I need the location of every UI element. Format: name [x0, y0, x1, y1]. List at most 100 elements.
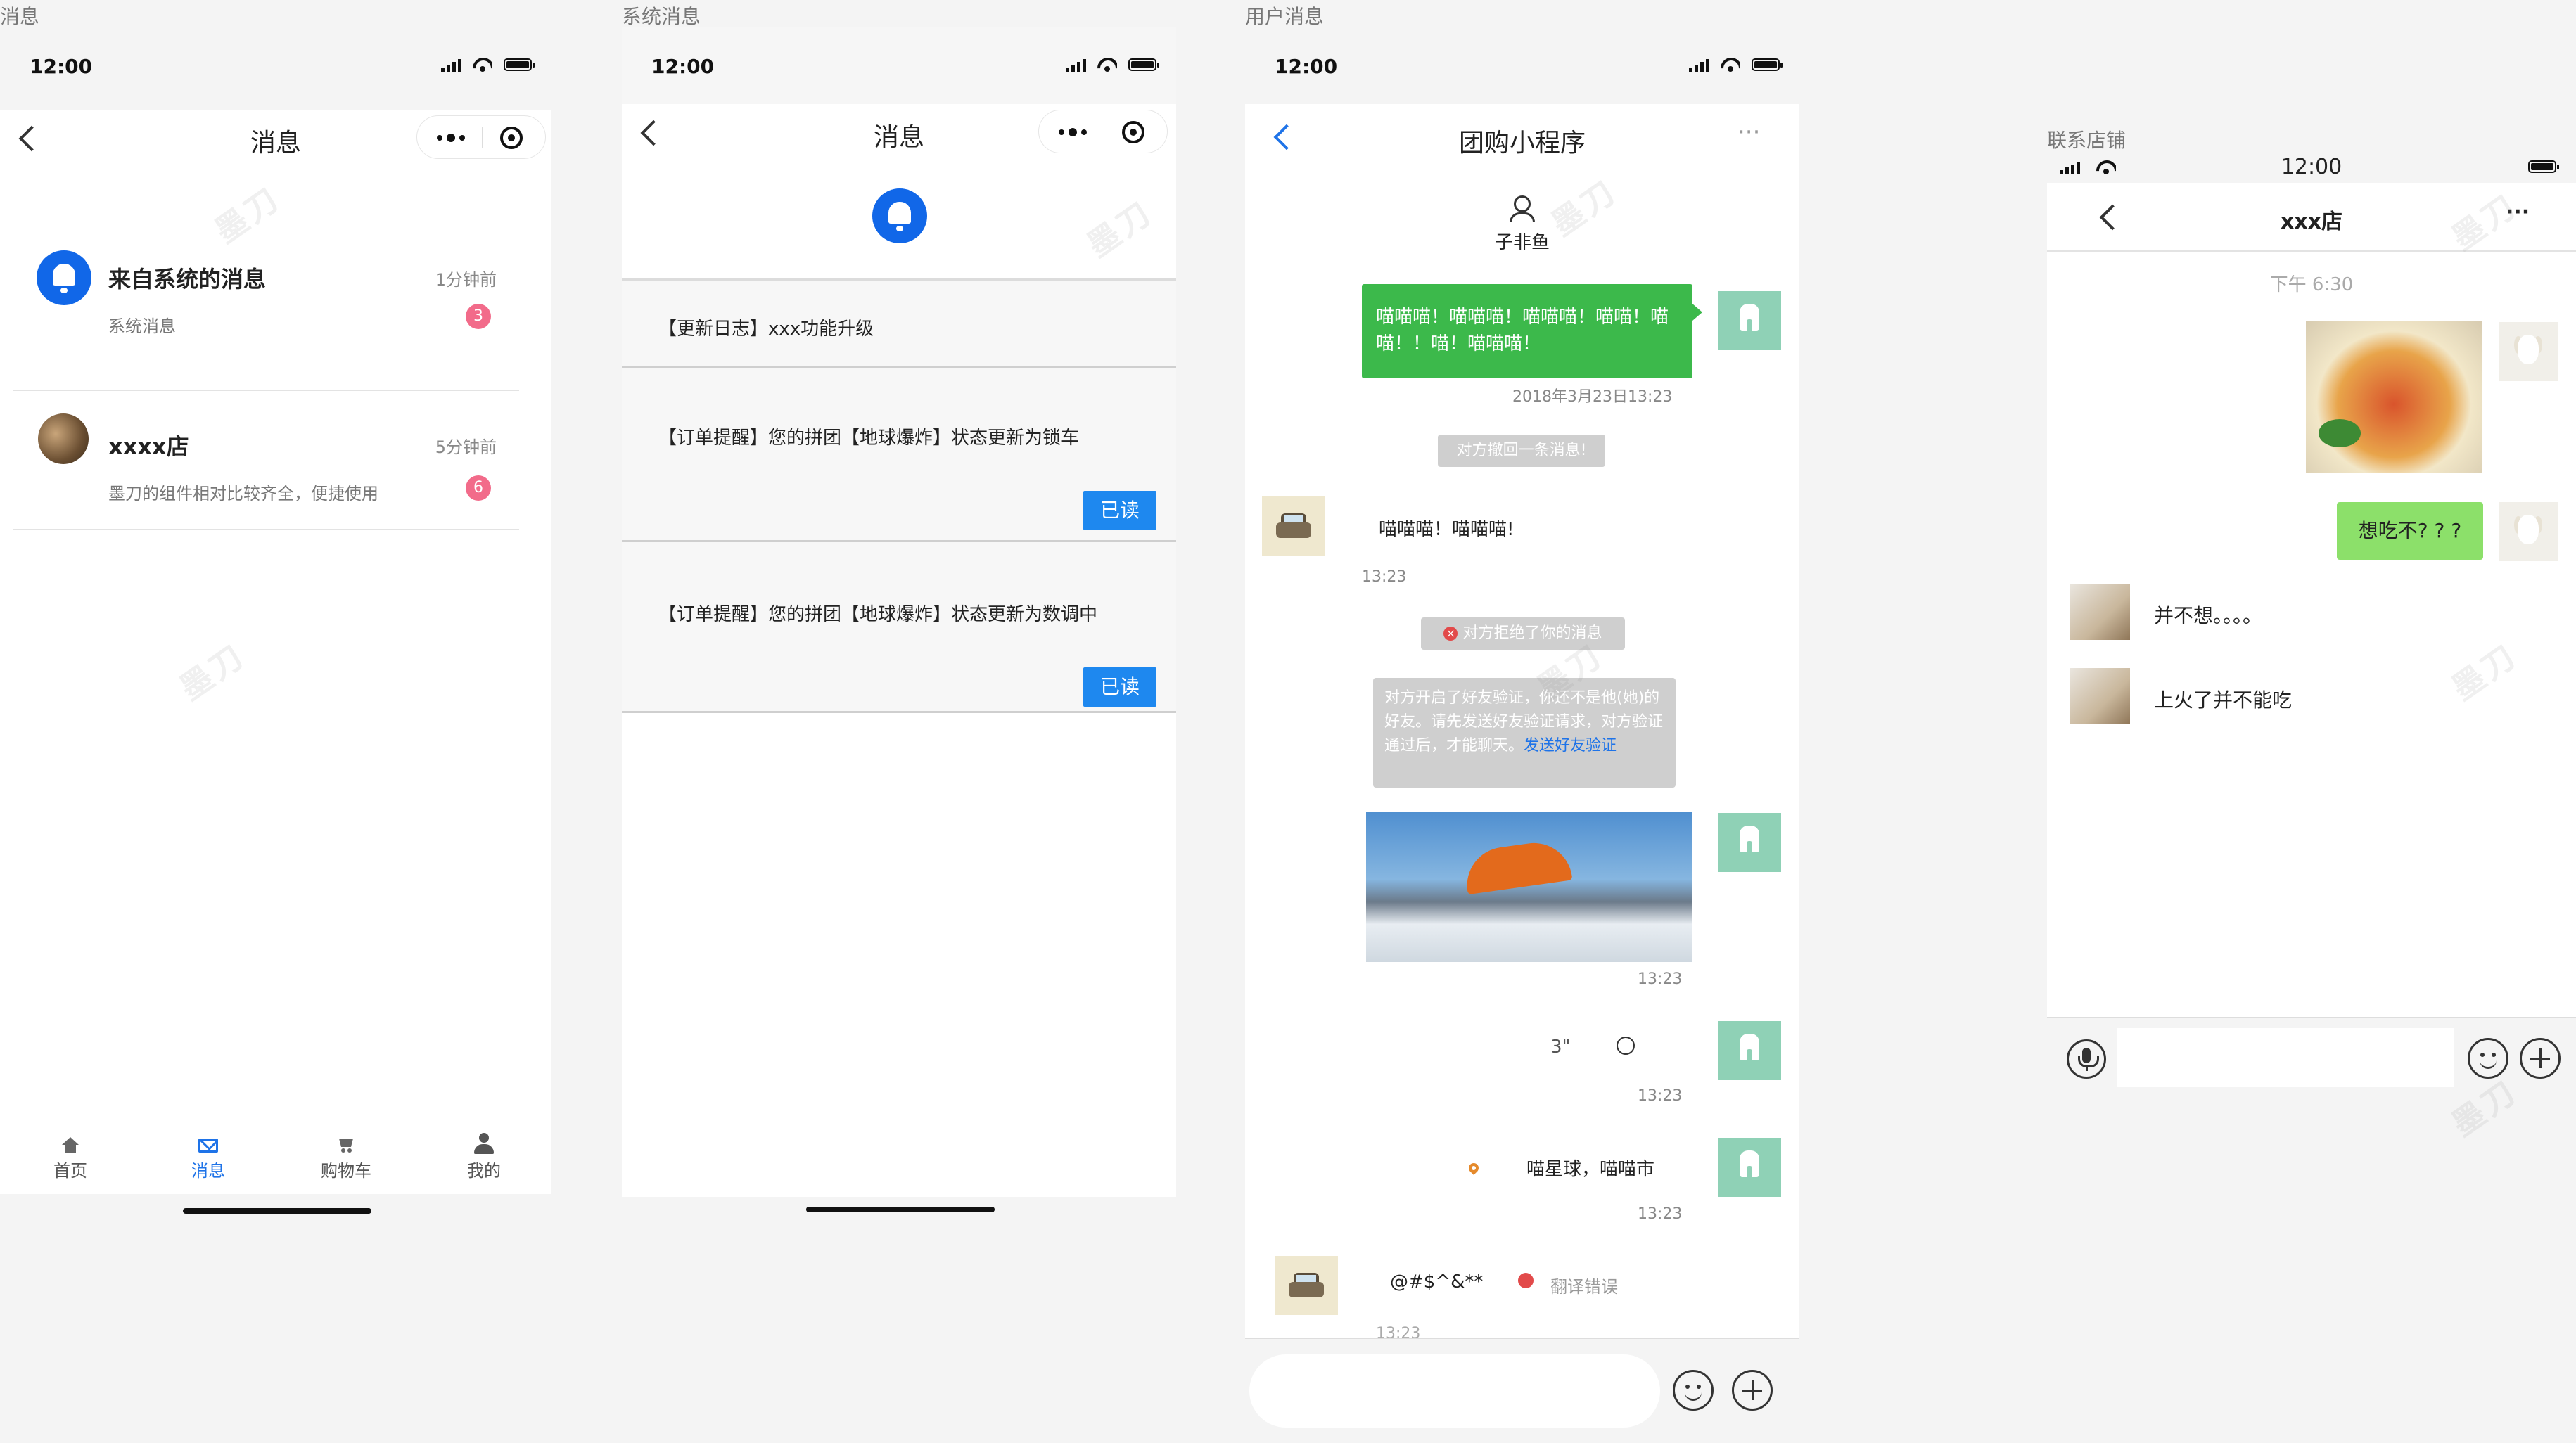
tab-home[interactable]: 首页	[1, 1124, 139, 1192]
nav-bar: 团购小程序 ···	[1245, 104, 1799, 167]
page-title: 团购小程序	[1458, 129, 1586, 158]
emoji-icon[interactable]	[1673, 1370, 1714, 1411]
close-miniapp-icon[interactable]	[1122, 121, 1144, 143]
my-avatar	[1718, 1021, 1781, 1080]
translate-error[interactable]: 翻译错误	[1550, 1273, 1618, 1297]
item-subtitle: 墨刀的组件相对比较齐全，便捷使用	[108, 484, 378, 504]
item-time: 1分钟前	[435, 270, 497, 290]
capsule-menu[interactable]	[416, 115, 546, 159]
chat-bubble-outgoing[interactable]: 想吃不? ? ?	[2337, 502, 2483, 560]
signal-icon	[1066, 58, 1086, 72]
bubble-text: 想吃不? ? ?	[2358, 519, 2462, 542]
message-input[interactable]	[2117, 1028, 2454, 1087]
screen-system-messages: 12:00 消息 【更新日志】xxx功能升级 【订单提醒】您的拼团【地球爆炸】状…	[622, 27, 1176, 1197]
battery-icon	[2528, 160, 2559, 173]
empty-area	[622, 713, 1176, 1197]
contact-avatar	[1275, 1256, 1338, 1315]
location-text[interactable]: 喵星球，喵喵市	[1526, 1155, 1654, 1181]
my-avatar	[1718, 813, 1781, 872]
basil-garnish	[2319, 419, 2361, 447]
bubble-text[interactable]: 喵喵喵！喵喵喵!	[1379, 515, 1514, 541]
my-avatar	[2499, 322, 2558, 381]
my-avatar	[1718, 291, 1781, 350]
unread-badge: 3	[466, 304, 491, 329]
my-avatar	[2499, 502, 2558, 561]
battery-icon	[1752, 58, 1783, 71]
home-icon	[62, 1137, 79, 1153]
message-timestamp: 13:23	[1638, 970, 1683, 988]
nav-bar: 消息	[622, 104, 1176, 160]
bell-icon	[872, 188, 927, 243]
wifi-icon	[1721, 58, 1740, 72]
verify-notice: 对方开启了好友验证，你还不是他(她)的好友。请先发送好友验证请求，对方验证通过后…	[1373, 678, 1676, 788]
list-item[interactable]: 来自系统的消息 系统消息 1分钟前 3	[13, 236, 519, 356]
add-icon[interactable]	[1732, 1370, 1773, 1411]
tab-cart[interactable]: 购物车	[277, 1124, 415, 1192]
home-indicator	[806, 1207, 995, 1212]
add-icon[interactable]	[2520, 1038, 2561, 1079]
bubble-text: 喵喵喵！喵喵喵！喵喵喵！喵喵！喵喵！！喵！喵喵喵！	[1376, 307, 1669, 354]
item-title: 来自系统的消息	[108, 266, 267, 293]
contact-name: 子非鱼	[1494, 232, 1550, 253]
list-item[interactable]: 【更新日志】xxx功能升级	[622, 281, 1176, 366]
microphone-icon[interactable]	[2067, 1039, 2106, 1079]
status-time: 12:00	[651, 55, 715, 78]
capsule-menu[interactable]	[1038, 110, 1168, 153]
signal-icon	[1689, 58, 1709, 72]
paraglider-canopy	[1462, 838, 1573, 895]
tab-messages[interactable]: 消息	[139, 1124, 277, 1192]
list-item[interactable]: 【订单提醒】您的拼团【地球爆炸】状态更新为数调中 已读	[622, 542, 1176, 711]
bubble-text[interactable]: @#$^&**	[1390, 1271, 1483, 1293]
error-icon: ×	[1443, 627, 1458, 641]
nav-bar: 消息	[0, 110, 551, 166]
signal-icon	[441, 58, 461, 72]
food-image-message[interactable]	[2306, 321, 2482, 473]
tab-mine[interactable]: 我的	[415, 1124, 551, 1192]
divider	[13, 390, 519, 391]
person-icon-body	[1510, 212, 1535, 222]
list-item[interactable]: 【订单提醒】您的拼团【地球爆炸】状态更新为锁车 已读	[622, 368, 1176, 540]
status-bar: 12:00	[1245, 27, 1799, 104]
item-subtitle: 系统消息	[108, 316, 176, 336]
status-bar: 12:00	[2047, 152, 2576, 183]
more-icon[interactable]	[437, 134, 465, 142]
screen3-caption: 用户消息	[1245, 5, 1325, 28]
item-time: 5分钟前	[435, 437, 497, 457]
shop-avatar	[2070, 584, 2130, 640]
bubble-text[interactable]: 并不想。。。。	[2154, 601, 2262, 629]
image-message[interactable]	[1366, 812, 1692, 962]
tab-bar: 首页 消息 购物车 我的	[0, 1124, 551, 1194]
screen-user-chat: 12:00 团购小程序 ··· 子非鱼 喵喵喵！喵喵喵！喵喵喵！喵喵！喵喵！！喵…	[1245, 27, 1799, 1443]
message-timestamp: 13:23	[1638, 1205, 1683, 1223]
more-icon[interactable]: ···	[1737, 118, 1760, 146]
mark-read-button[interactable]: 已读	[1083, 667, 1156, 707]
status-time: 12:00	[1275, 55, 1338, 78]
message-text: 【订单提醒】您的拼团【地球爆炸】状态更新为数调中	[658, 604, 1098, 625]
bubble-text[interactable]: 上火了并不能吃	[2154, 685, 2292, 713]
chat-bubble-outgoing[interactable]: 喵喵喵！喵喵喵！喵喵喵！喵喵！喵喵！！喵！喵喵喵！	[1362, 284, 1702, 378]
voice-play-icon[interactable]	[1617, 1037, 1635, 1055]
mark-read-button[interactable]: 已读	[1083, 491, 1156, 530]
message-timestamp: 13:23	[1638, 1087, 1683, 1105]
list-item[interactable]: xxxx店 墨刀的组件相对比较齐全，便捷使用 5分钟前 6	[13, 392, 519, 526]
status-bar: 12:00	[0, 27, 551, 104]
voice-duration: 3"	[1550, 1037, 1571, 1058]
location-icon	[1467, 1161, 1481, 1175]
screen2-caption: 系统消息	[622, 5, 701, 28]
more-icon[interactable]	[1059, 128, 1087, 136]
send-verify-link[interactable]: 发送好友验证	[1524, 737, 1617, 755]
screen-shop-chat: 12:00 xxx店 ··· 下午 6:30 想吃不? ? ? 并不想。。。。 …	[2047, 152, 2576, 1097]
envelope-icon	[198, 1139, 218, 1153]
message-input[interactable]	[1249, 1354, 1660, 1428]
person-icon	[1514, 195, 1531, 212]
message-timestamp: 2018年3月23日13:23	[1512, 388, 1673, 406]
close-miniapp-icon[interactable]	[500, 127, 523, 149]
my-avatar	[1718, 1138, 1781, 1197]
error-icon	[1518, 1273, 1534, 1288]
message-text: 【更新日志】xxx功能升级	[658, 319, 874, 340]
shop-avatar	[2070, 668, 2130, 724]
input-bar	[1245, 1338, 1799, 1443]
status-bar: 12:00	[622, 27, 1176, 104]
chat-date: 下午 6:30	[2269, 274, 2354, 295]
message-text: 【订单提醒】您的拼团【地球爆炸】状态更新为锁车	[658, 428, 1080, 449]
